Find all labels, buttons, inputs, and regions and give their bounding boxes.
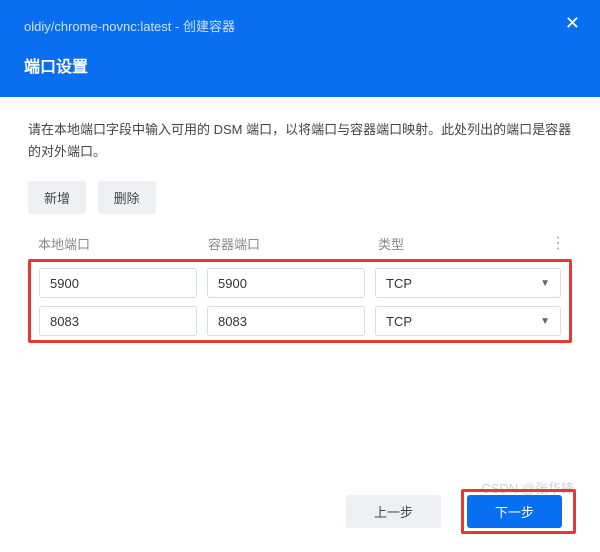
add-button[interactable]: 新增 [28, 181, 86, 214]
next-button-highlight: 下一步 [461, 489, 576, 534]
local-port-input[interactable] [39, 306, 197, 336]
action-bar: 新增 删除 [28, 181, 572, 214]
dialog-footer: 上一步 下一步 [346, 489, 576, 534]
col-type: 类型 [378, 234, 550, 253]
delete-button[interactable]: 删除 [98, 181, 156, 214]
chevron-down-icon: ▼ [540, 278, 550, 289]
kebab-menu-icon[interactable]: ⋮ [550, 236, 566, 252]
col-container-port: 容器端口 [208, 234, 378, 253]
col-local-port: 本地端口 [38, 234, 208, 253]
close-icon[interactable]: ✕ [565, 14, 580, 32]
type-select-value: TCP [386, 276, 412, 291]
type-select-value: TCP [386, 314, 412, 329]
container-port-input[interactable] [207, 268, 365, 298]
local-port-input[interactable] [39, 268, 197, 298]
type-select[interactable]: TCP ▼ [375, 306, 561, 336]
table-row: TCP ▼ [39, 306, 561, 336]
next-button[interactable]: 下一步 [467, 495, 562, 528]
table-header: 本地端口 容器端口 类型 ⋮ [28, 228, 572, 259]
dialog-body: 请在本地端口字段中输入可用的 DSM 端口，以将端口与容器端口映射。此处列出的端… [0, 97, 600, 343]
type-select[interactable]: TCP ▼ [375, 268, 561, 298]
chevron-down-icon: ▼ [540, 316, 550, 327]
dialog-title: oldiy/chrome-novnc:latest - 创建容器 [24, 16, 576, 35]
table-row: TCP ▼ [39, 268, 561, 298]
dialog-subtitle: 端口设置 [24, 53, 576, 77]
container-port-input[interactable] [207, 306, 365, 336]
port-table-highlight: TCP ▼ TCP ▼ [28, 259, 572, 343]
dialog-header: oldiy/chrome-novnc:latest - 创建容器 端口设置 ✕ [0, 0, 600, 97]
description-text: 请在本地端口字段中输入可用的 DSM 端口，以将端口与容器端口映射。此处列出的端… [28, 119, 572, 163]
prev-button[interactable]: 上一步 [346, 495, 441, 528]
